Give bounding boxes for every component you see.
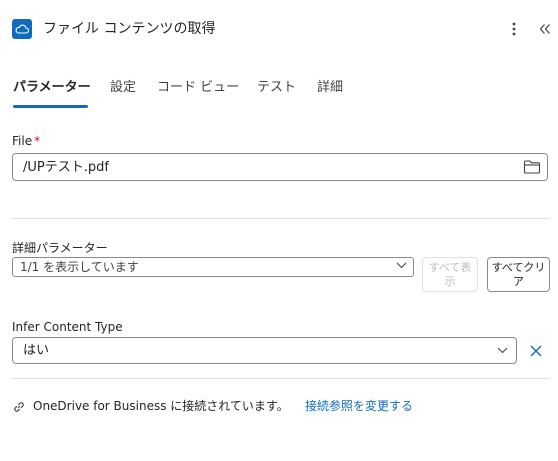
- more-options-button[interactable]: [506, 19, 522, 39]
- page-title: ファイル コンテンツの取得: [43, 21, 216, 37]
- close-icon: [530, 345, 542, 357]
- collapse-panel-button[interactable]: [536, 19, 554, 39]
- file-path-value: /UPテスト.pdf: [23, 160, 109, 175]
- infer-content-type-dropdown[interactable]: はい: [12, 337, 517, 364]
- chevron-down-icon: [396, 262, 407, 269]
- link-icon: [14, 402, 24, 412]
- advanced-params-dropdown[interactable]: 1/1 を表示しています: [12, 257, 414, 277]
- more-vertical-icon: [512, 22, 516, 36]
- advanced-params-summary: 1/1 を表示しています: [20, 260, 139, 274]
- folder-icon[interactable]: [523, 159, 541, 175]
- section-divider: [12, 378, 550, 379]
- change-connection-link[interactable]: 接続参照を変更する: [305, 398, 413, 415]
- file-path-input[interactable]: /UPテスト.pdf: [12, 153, 548, 181]
- panel-header: ファイル コンテンツの取得: [0, 0, 558, 58]
- infer-content-type-label: Infer Content Type: [12, 320, 123, 334]
- tab-code-view[interactable]: コード ビュー: [157, 78, 239, 98]
- advanced-params-label: 詳細パラメーター: [12, 241, 108, 255]
- section-divider: [12, 218, 550, 219]
- tab-settings[interactable]: 設定: [110, 78, 136, 98]
- infer-content-type-value: はい: [23, 343, 50, 358]
- connection-status-text: OneDrive for Business に接続されています。: [33, 399, 289, 413]
- chevron-down-icon: [497, 347, 508, 354]
- remove-parameter-button[interactable]: [527, 342, 545, 360]
- tab-test[interactable]: テスト: [257, 78, 296, 98]
- show-all-button[interactable]: すべて表示: [422, 257, 478, 292]
- double-chevron-left-icon: [539, 24, 550, 34]
- tab-parameters[interactable]: パラメーター: [13, 78, 91, 98]
- required-marker: *: [34, 134, 41, 148]
- tab-details[interactable]: 詳細: [317, 78, 343, 98]
- clear-all-button[interactable]: すべてクリア: [487, 257, 550, 292]
- onedrive-cloud-icon: [12, 19, 32, 39]
- active-tab-indicator: [13, 105, 88, 108]
- file-field-label: File *: [12, 134, 41, 148]
